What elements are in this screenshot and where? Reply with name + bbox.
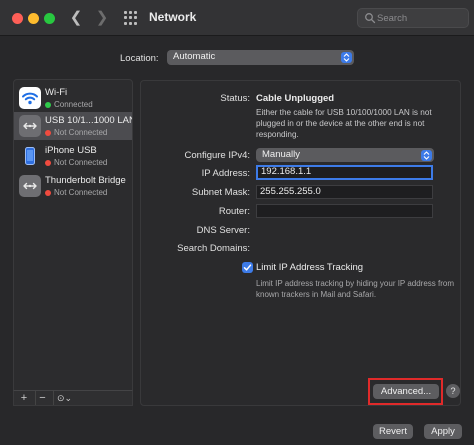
ip-address-field[interactable]: 192.168.1.1 (256, 165, 433, 180)
service-status: Not Connected (45, 158, 107, 167)
status-value: Cable Unplugged (256, 93, 335, 104)
checkmark-icon (243, 264, 252, 271)
router-field[interactable] (256, 204, 433, 218)
limit-tracking-description: Limit IP address tracking by hiding your… (256, 279, 455, 299)
service-name: USB 10/1...1000 LAN (45, 115, 133, 126)
dns-server-label: DNS Server: (196, 225, 250, 236)
add-service-button[interactable]: + (17, 391, 31, 405)
service-list-toolbar: + − ⊙⌄ (13, 390, 133, 406)
thunderbolt-bridge-icon (19, 175, 41, 197)
service-status: Not Connected (45, 188, 107, 197)
revert-button[interactable]: Revert (373, 424, 413, 439)
configure-ipv4-value: Manually (262, 149, 301, 160)
subnet-mask-field[interactable]: 255.255.255.0 (256, 185, 433, 199)
service-name: iPhone USB (45, 145, 97, 156)
forward-chevron-icon[interactable]: ❯ (93, 8, 111, 28)
apply-button[interactable]: Apply (424, 424, 462, 439)
zoom-window-button[interactable] (44, 13, 55, 24)
search-placeholder: Search (377, 13, 408, 24)
status-dot-red (45, 129, 51, 136)
network-preferences-window: ❮ ❯ Network Search Location: Automatic W… (0, 0, 474, 445)
location-value: Automatic (173, 51, 216, 62)
configure-ipv4-label: Configure IPv4: (184, 150, 250, 161)
service-name: Thunderbolt Bridge (45, 175, 126, 186)
configure-ipv4-popup[interactable]: Manually (256, 148, 434, 162)
status-dot-green (45, 101, 51, 108)
ethernet-icon (19, 115, 41, 137)
limit-tracking-checkbox[interactable] (242, 262, 253, 273)
wifi-icon (19, 87, 41, 109)
popup-arrows-icon (421, 150, 432, 161)
service-list: Wi-Fi Connected USB 10/1...1000 LAN Not … (13, 79, 133, 406)
titlebar: ❮ ❯ Network Search (0, 0, 474, 36)
iphone-icon (19, 145, 41, 167)
subnet-mask-label: Subnet Mask: (191, 187, 250, 198)
search-icon (365, 13, 376, 24)
remove-service-button[interactable]: − (35, 391, 49, 405)
service-item-iphone-usb[interactable]: iPhone USB Not Connected (14, 142, 132, 170)
service-status: Not Connected (45, 128, 107, 137)
status-dot-red (45, 159, 51, 166)
search-domains-label: Search Domains: (177, 243, 250, 254)
status-dot-red (45, 189, 51, 196)
limit-tracking-label: Limit IP Address Tracking (256, 262, 364, 273)
service-action-menu-button[interactable]: ⊙⌄ (53, 391, 75, 405)
help-button[interactable]: ? (446, 384, 460, 398)
status-description: Either the cable for USB 10/100/1000 LAN… (256, 108, 432, 139)
service-item-wifi[interactable]: Wi-Fi Connected (14, 84, 132, 112)
service-item-usb-lan[interactable]: USB 10/1...1000 LAN Not Connected (14, 112, 132, 140)
status-label: Status: (220, 93, 250, 104)
service-status: Connected (45, 100, 93, 109)
search-field[interactable]: Search (357, 8, 469, 28)
ip-address-label: IP Address: (201, 168, 250, 179)
show-all-grid-icon[interactable] (124, 11, 138, 25)
service-item-thunderbolt-bridge[interactable]: Thunderbolt Bridge Not Connected (14, 172, 132, 200)
close-window-button[interactable] (12, 13, 23, 24)
location-label: Location: (120, 53, 159, 64)
advanced-button[interactable]: Advanced... (373, 384, 439, 399)
window-title: Network (149, 10, 197, 24)
popup-arrows-icon (341, 52, 352, 63)
service-name: Wi-Fi (45, 87, 68, 98)
router-label: Router: (218, 206, 250, 217)
minimize-window-button[interactable] (28, 13, 39, 24)
location-popup[interactable]: Automatic (167, 50, 354, 65)
back-chevron-icon[interactable]: ❮ (67, 8, 85, 28)
